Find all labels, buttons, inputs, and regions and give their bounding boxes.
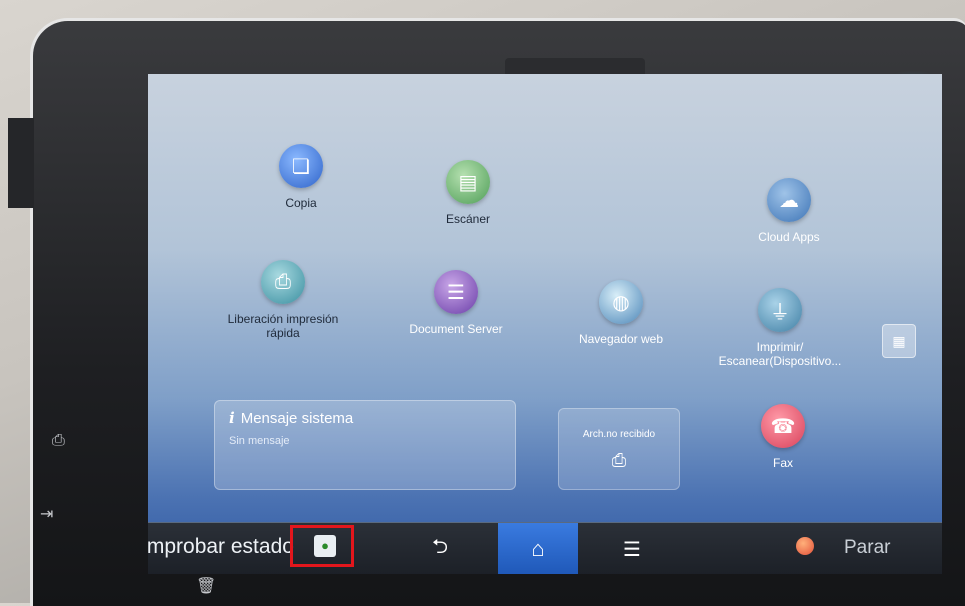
touch-screen: ❏ Copia ▤ Escáner ☁ Cloud Apps ⎙ Liberac… [148, 74, 942, 574]
status-highlight-box [290, 525, 354, 567]
message-title: i Mensaje sistema [229, 409, 353, 427]
app-grid-button[interactable]: ▦ [882, 324, 916, 358]
document-server-icon: ☰ [434, 270, 478, 314]
usb-icon: ⏚ [758, 288, 802, 332]
app-label: Cloud Apps [758, 230, 820, 244]
unreceived-file-panel[interactable]: Arch.no recibido ⎙ [558, 408, 680, 490]
app-liberacion[interactable]: ⎙ Liberación impresión rápida [208, 260, 358, 340]
status-label[interactable]: Comprobar estado [148, 535, 294, 559]
app-label: Navegador web [578, 332, 664, 346]
app-label: Liberación impresión rápida [227, 312, 339, 340]
print-release-icon: ⎙ [261, 260, 305, 304]
fax-icon: ☎ [761, 404, 805, 448]
app-copia[interactable]: ❏ Copia [266, 144, 336, 210]
app-label: Imprimir/ Escanear(Dispositivo... [718, 340, 842, 368]
app-cloud[interactable]: ☁ Cloud Apps [744, 178, 834, 244]
scanner-icon: ▤ [446, 160, 490, 204]
menu-button[interactable]: ☰ [596, 523, 668, 574]
trash-key-icon[interactable]: 🗑 [196, 576, 216, 596]
login-hard-key-icon[interactable]: ⇥ [40, 504, 53, 524]
menu-icon: ☰ [623, 538, 641, 561]
side-panel [8, 118, 34, 208]
home-button[interactable]: ⌂ [498, 523, 578, 574]
fax-icon: ⎙ [611, 450, 627, 470]
message-title-text: Mensaje sistema [240, 410, 354, 427]
app-label: Document Server [409, 322, 503, 336]
back-arrow-icon: ⮌ [431, 536, 449, 558]
message-subtitle: Sin mensaje [229, 435, 290, 447]
app-label: Copia [285, 196, 317, 210]
copy-icon: ❏ [279, 144, 323, 188]
app-label: Escáner [445, 212, 491, 226]
cloud-icon: ☁ [767, 178, 811, 222]
app-document-server[interactable]: ☰ Document Server [396, 270, 516, 336]
app-imprimir-escanear[interactable]: ⏚ Imprimir/ Escanear(Dispositivo... [710, 288, 850, 368]
home-icon: ⌂ [531, 536, 545, 561]
app-label: Fax [772, 456, 793, 470]
stop-button[interactable]: Parar [788, 535, 938, 565]
fax-hard-key-icon[interactable]: ⎙ [52, 432, 65, 450]
back-button[interactable]: ⮌ [404, 523, 476, 574]
globe-icon: ◍ [599, 280, 643, 324]
system-message-panel[interactable]: i Mensaje sistema Sin mensaje [214, 400, 516, 490]
app-fax[interactable]: ☎ Fax [748, 404, 818, 470]
stop-label: Parar [844, 537, 891, 558]
app-navegador-web[interactable]: ◍ Navegador web [566, 280, 676, 346]
arch-label: Arch.no recibido [582, 429, 656, 440]
grid-icon: ▦ [892, 332, 906, 349]
app-escaner[interactable]: ▤ Escáner [428, 160, 508, 226]
stop-icon [796, 537, 814, 555]
bottom-bar: Comprobar estado ● ⮌ ⌂ ☰ Parar [148, 522, 942, 574]
info-icon: i [229, 409, 235, 427]
